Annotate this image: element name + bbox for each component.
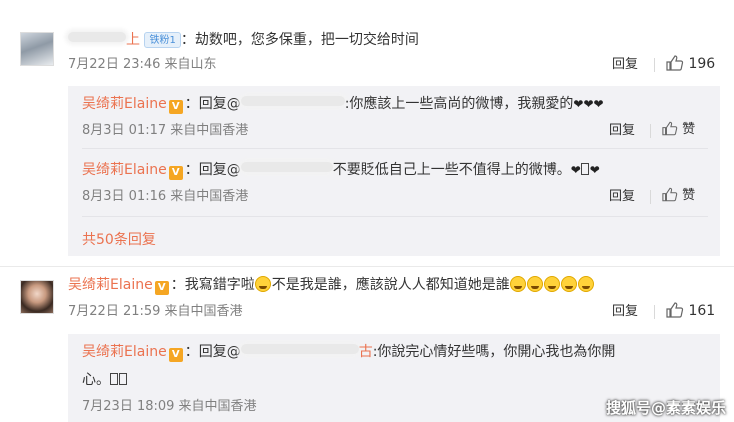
like-button[interactable]: 赞 [662,121,695,139]
blurred-username [68,32,126,42]
divider [650,190,651,204]
reply-divider [82,216,708,217]
blurred-mention [240,96,345,106]
comment-text: ：我寫錯字啦 [170,277,255,293]
reply-author[interactable]: 吴绮莉Elaine [82,162,167,178]
missing-glyph [110,373,118,385]
reply-prefix: ：回复@ [184,96,241,112]
laugh-cry-emoji [577,276,594,292]
missing-glyph [580,163,589,175]
blurred-mention [240,344,359,354]
hearts-emoji: ❤❤❤ [573,97,604,111]
reply-mention-tail: 古 [358,344,373,360]
commenter-name[interactable]: 上 [126,32,140,48]
avatar[interactable] [20,280,54,314]
comment-meta: 7月22日 21:59 来自中国香港 [68,304,243,319]
comment-meta: 7月22日 23:46 来自山东 [68,57,217,72]
thumbs-up-icon [666,55,684,71]
divider [654,58,655,72]
reply-text: 不要貶低自己上一些不值得上的微博。 [332,162,571,178]
like-button[interactable]: 赞 [662,187,695,205]
replies-panel: 吴绮莉Elaine V ：回复@:你應該上一些高尚的微博，我親愛的❤❤❤ 8月3日 … [68,86,720,256]
reply-divider [82,148,708,149]
like-count: 161 [688,303,716,319]
reply-text-line: 吴绮莉Elaine V ：回复@ :你應該上一些高尚的微博，我親愛的❤❤❤ [82,94,604,114]
like-button[interactable]: 196 [666,55,715,73]
reply-text: :你應該上一些高尚的微博，我親愛的 [344,96,574,112]
thumbs-up-icon [662,121,678,136]
verified-v-icon: V [154,281,169,295]
blurred-mention [240,162,333,172]
avatar[interactable] [20,32,54,66]
reply-button[interactable]: 回复 [609,122,635,140]
reply-meta: 8月3日 01:17 来自中国香港 [82,123,249,138]
reply-text: :你說完心情好些嗎，你開心我也為你開 [372,344,616,360]
divider [650,124,651,138]
reply-meta: 8月3日 01:16 来自中国香港 [82,189,249,204]
thumbs-up-icon [662,187,678,202]
comment-text: ：劫数吧，您多保重，把一切交给时间 [180,32,419,48]
like-label: 赞 [682,122,696,137]
verified-v-icon: V [168,166,183,180]
comment-text-cont: 不是我是誰，應該說人人都知道她是誰 [271,277,510,293]
heart-emoji: ❤ [570,163,581,177]
heart-emoji: ❤ [589,163,600,177]
watermark: 搜狐号@素素娱乐 [605,399,726,417]
laugh-cry-emoji [543,276,560,292]
reply-meta: 7月23日 18:09 来自中国香港 [82,399,257,414]
reply-prefix: ：回复@ [184,162,241,178]
more-replies-link[interactable]: 共50条回复 [82,229,156,249]
laugh-cry-emoji [560,276,577,292]
missing-glyph [119,373,127,385]
comment-divider [0,266,734,267]
verified-v-icon: V [168,348,183,362]
like-label: 赞 [682,188,696,203]
reply-button[interactable]: 回复 [612,56,638,74]
thumbs-up-icon [666,302,684,318]
reply-text-line: 吴绮莉Elaine V ：回复@ 不要貶低自己上一些不值得上的微博。❤ ❤ [82,160,600,180]
laugh-cry-emoji [509,276,526,292]
reply-text-line: 吴绮莉Elaine V ：回复@ 古:你說完心情好些嗎，你開心我也為你開 [82,342,615,362]
laugh-cry-emoji [254,276,271,292]
like-button[interactable]: 161 [666,302,715,320]
reply-text-line2: 心。 [82,370,128,390]
reply-button[interactable]: 回复 [609,188,635,206]
divider [654,305,655,319]
reply-prefix: ：回复@ [184,344,241,360]
reply-author[interactable]: 吴绮莉Elaine [82,96,167,112]
verified-v-icon: V [168,100,183,114]
comment-text-line: 吴绮莉Elaine V ：我寫錯字啦 不是我是誰，應該說人人都知道她是誰 [68,275,595,295]
commenter-name[interactable]: 吴绮莉Elaine [68,277,153,293]
reply-button[interactable]: 回复 [612,303,638,321]
like-count: 196 [688,56,716,72]
comment-text-line: 上 铁粉1 ：劫数吧，您多保重，把一切交给时间 [68,30,419,50]
reply-text-cont: 心。 [82,372,110,388]
fan-badge[interactable]: 铁粉1 [144,32,181,48]
reply-author[interactable]: 吴绮莉Elaine [82,344,167,360]
laugh-cry-emoji [526,276,543,292]
